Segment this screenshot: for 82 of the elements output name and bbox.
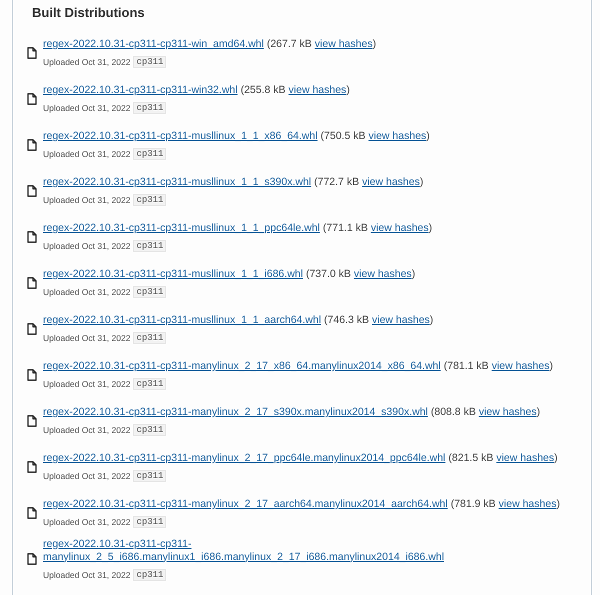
file-icon xyxy=(27,507,37,519)
closing-paren: ) xyxy=(346,84,350,96)
file-size: (267.7 kB xyxy=(266,38,312,50)
closing-paren: ) xyxy=(430,314,434,326)
python-tag: cp311 xyxy=(133,424,166,436)
file-size: (772.7 kB xyxy=(314,176,360,188)
file-link[interactable]: regex-2022.10.31-cp311-cp311-musllinux_1_1_s390x.whl xyxy=(43,176,312,189)
file-size: (750.5 kB xyxy=(320,130,366,142)
file-link[interactable]: regex-2022.10.31-cp311-cp311-manylinux_2_17_ppc64le.manylinux2014_ppc64le.whl xyxy=(43,452,446,465)
file-link[interactable]: regex-2022.10.31-cp311-cp311-win_amd64.whl xyxy=(43,38,264,51)
python-tag: cp311 xyxy=(133,56,166,68)
python-tag: cp311 xyxy=(133,102,166,114)
upload-date: Uploaded Oct 31, 2022 xyxy=(43,425,130,435)
file-size: (255.8 kB xyxy=(240,84,286,96)
upload-date: Uploaded Oct 31, 2022 xyxy=(43,241,130,251)
python-tag: cp311 xyxy=(133,568,166,580)
upload-date: Uploaded Oct 31, 2022 xyxy=(43,333,130,343)
file-link[interactable]: regex-2022.10.31-cp311-cp311-manylinux_2_5_i686.manylinux1_i686.manylinux_2_17_i686.manylinux2014_i686.whl xyxy=(43,538,483,564)
file-icon xyxy=(27,185,37,197)
view-hashes-link[interactable]: view hashes xyxy=(370,222,429,234)
upload-date: Uploaded Oct 31, 2022 xyxy=(43,517,130,527)
file-icon xyxy=(27,139,37,151)
file-size: (821.5 kB xyxy=(448,452,494,464)
view-hashes-link[interactable]: view hashes xyxy=(478,406,537,418)
closing-paren: ) xyxy=(556,498,560,510)
python-tag: cp311 xyxy=(133,516,166,528)
file-icon xyxy=(27,231,37,243)
file-icon xyxy=(27,369,37,381)
python-tag: cp311 xyxy=(133,148,166,160)
file-icon xyxy=(27,415,37,427)
python-tag: cp311 xyxy=(133,470,166,482)
upload-date: Uploaded Oct 31, 2022 xyxy=(43,570,130,580)
closing-paren: ) xyxy=(554,452,558,464)
closing-paren: ) xyxy=(412,268,416,280)
file-size: (737.0 kB xyxy=(306,268,351,280)
upload-date: Uploaded Oct 31, 2022 xyxy=(43,103,130,113)
file-icon xyxy=(27,553,37,565)
view-hashes-link[interactable]: view hashes xyxy=(372,314,430,326)
python-tag: cp311 xyxy=(133,378,166,390)
file-link[interactable]: regex-2022.10.31-cp311-cp311-musllinux_1_1_ppc64le.whl xyxy=(43,222,320,235)
file-link[interactable]: regex-2022.10.31-cp311-cp311-manylinux_2_17_x86_64.manylinux2014_x86_64.whl xyxy=(43,360,441,373)
view-hashes-link[interactable]: view hashes xyxy=(498,498,556,510)
closing-paren: ) xyxy=(420,176,424,188)
closing-paren: ) xyxy=(428,222,432,234)
closing-paren: ) xyxy=(372,38,376,50)
file-icon xyxy=(27,461,37,473)
view-hashes-link[interactable]: view hashes xyxy=(288,84,346,96)
closing-paren: ) xyxy=(536,406,540,418)
file-size: (781.9 kB xyxy=(450,498,496,510)
file-size: (771.1 kB xyxy=(322,222,368,234)
upload-date: Uploaded Oct 31, 2022 xyxy=(43,287,130,297)
file-size: (808.8 kB xyxy=(430,406,476,418)
view-hashes-link[interactable]: view hashes xyxy=(362,176,420,188)
view-hashes-link[interactable]: view hashes xyxy=(496,452,554,464)
upload-date: Uploaded Oct 31, 2022 xyxy=(43,195,130,205)
file-link[interactable]: regex-2022.10.31-cp311-cp311-musllinux_1_1_x86_64.whl xyxy=(43,130,318,143)
file-link[interactable]: regex-2022.10.31-cp311-cp311-manylinux_2_17_aarch64.manylinux2014_aarch64.whl xyxy=(43,498,448,511)
upload-date: Uploaded Oct 31, 2022 xyxy=(43,471,130,481)
python-tag: cp311 xyxy=(133,194,166,206)
closing-paren: ) xyxy=(426,130,430,142)
view-hashes-link[interactable]: view hashes xyxy=(368,130,426,142)
section-title: Built Distributions xyxy=(31,4,146,22)
python-tag: cp311 xyxy=(133,240,166,252)
file-link[interactable]: regex-2022.10.31-cp311-cp311-manylinux_2_17_s390x.manylinux2014_s390x.whl xyxy=(43,406,428,419)
file-icon xyxy=(27,47,37,59)
upload-date: Uploaded Oct 31, 2022 xyxy=(43,57,130,67)
closing-paren: ) xyxy=(549,360,553,372)
file-icon xyxy=(27,323,37,335)
python-tag: cp311 xyxy=(133,332,166,344)
python-tag: cp311 xyxy=(133,286,166,298)
view-hashes-link[interactable]: view hashes xyxy=(492,360,550,372)
file-link[interactable]: regex-2022.10.31-cp311-cp311-win32.whl xyxy=(43,84,238,97)
file-icon xyxy=(27,93,37,105)
file-icon xyxy=(27,277,37,289)
view-hashes-link[interactable]: view hashes xyxy=(354,268,412,280)
file-size: (781.1 kB xyxy=(444,360,489,372)
file-size: (746.3 kB xyxy=(324,314,369,326)
upload-date: Uploaded Oct 31, 2022 xyxy=(43,149,130,159)
view-hashes-link[interactable]: view hashes xyxy=(314,38,373,50)
file-link[interactable]: regex-2022.10.31-cp311-cp311-musllinux_1_1_aarch64.whl xyxy=(43,314,322,327)
upload-date: Uploaded Oct 31, 2022 xyxy=(43,379,130,389)
file-link[interactable]: regex-2022.10.31-cp311-cp311-musllinux_1_1_i686.whl xyxy=(43,268,303,281)
